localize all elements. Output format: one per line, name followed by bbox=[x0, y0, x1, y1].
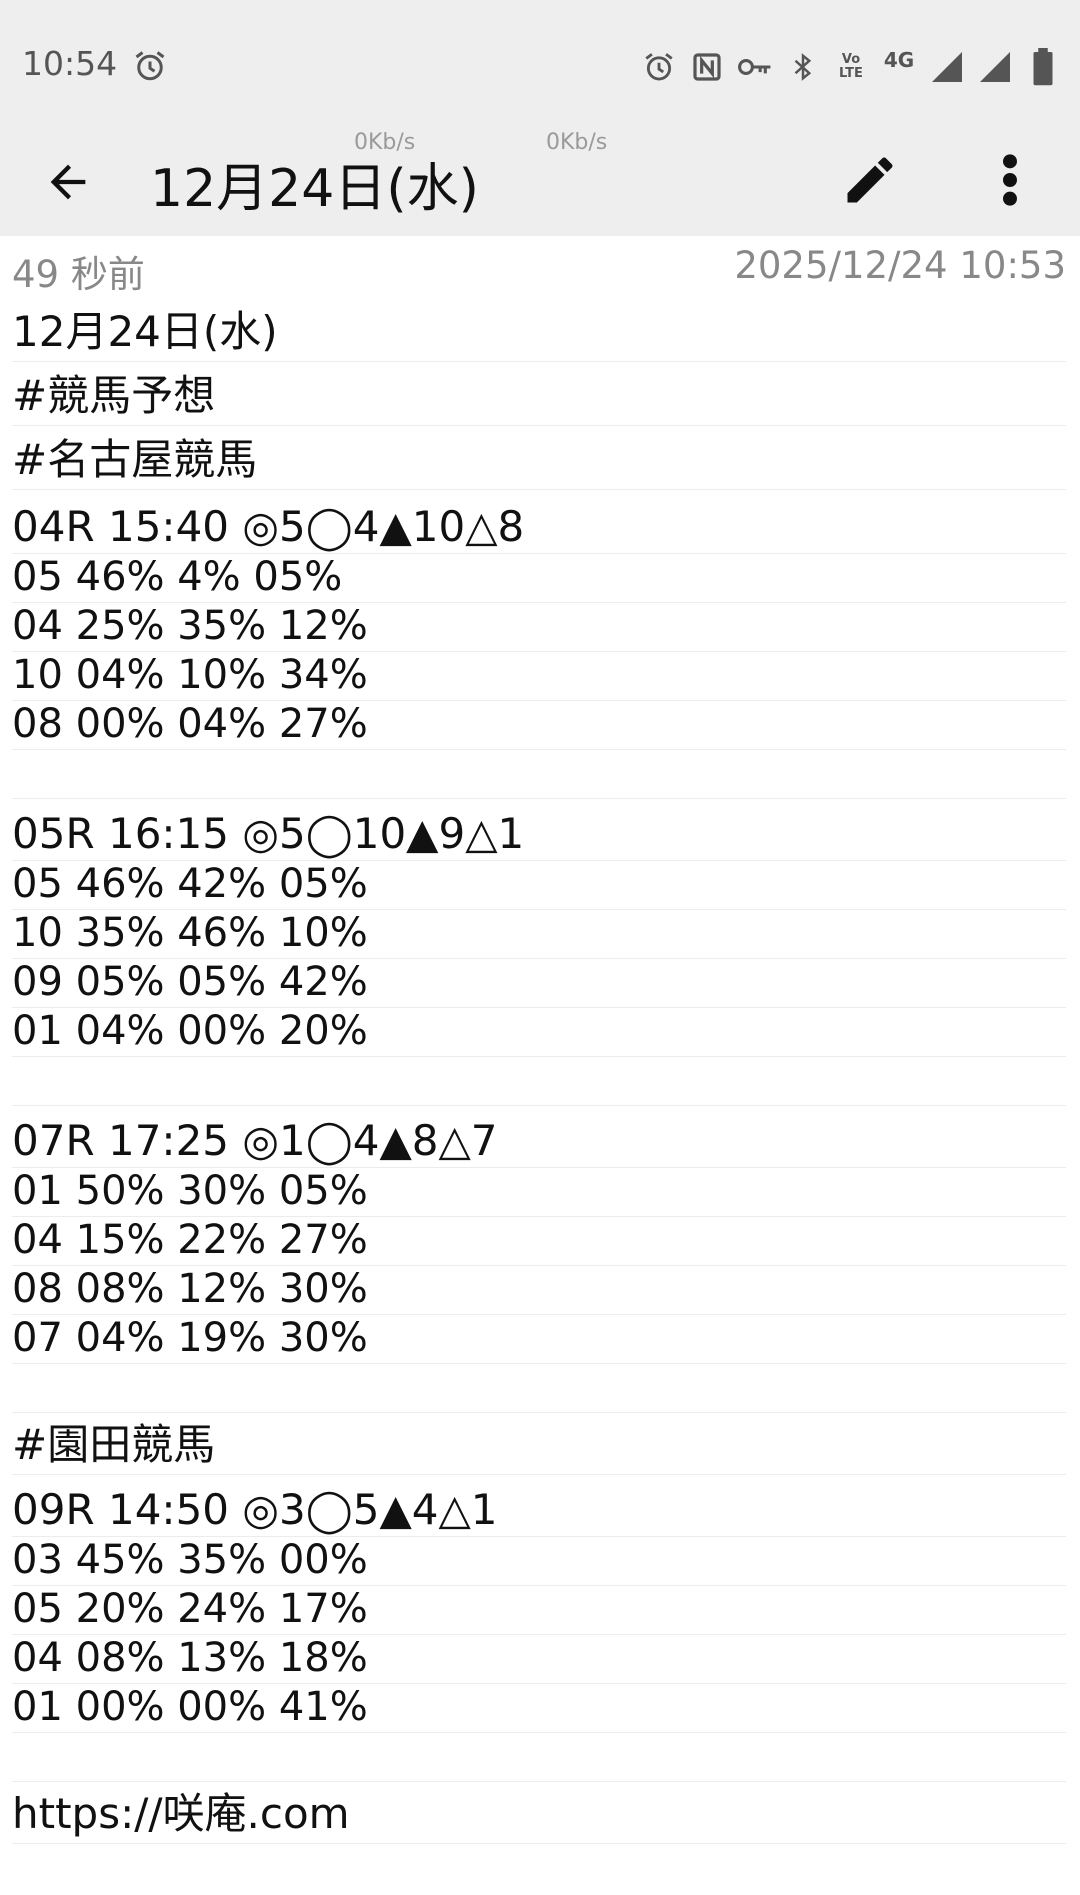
note-line: 01 00% 00% 41% bbox=[12, 1684, 1066, 1733]
signal-icon bbox=[976, 48, 1014, 86]
signal-icon bbox=[928, 48, 966, 86]
more-options-button[interactable] bbox=[978, 146, 1042, 214]
page-title: 12月24日(水) bbox=[150, 159, 479, 219]
network-label: 4G bbox=[883, 48, 915, 72]
note-line: 03 45% 35% 00% bbox=[12, 1537, 1066, 1586]
note-line: 07 04% 19% 30% bbox=[12, 1315, 1066, 1364]
network-4g-icon: 4G bbox=[880, 48, 918, 86]
note-line bbox=[12, 1733, 1066, 1782]
note-line: #園田競馬 bbox=[12, 1413, 1066, 1475]
arrow-back-icon bbox=[50, 164, 86, 200]
edit-button[interactable] bbox=[836, 146, 904, 214]
pencil-icon bbox=[847, 157, 893, 203]
bluetooth-icon bbox=[784, 48, 822, 86]
volte-label-top: Vo bbox=[841, 52, 861, 67]
more-vert-icon bbox=[1003, 154, 1017, 206]
note-line: 04R 15:40 ◎5◯4▲10△8 bbox=[12, 490, 1066, 554]
relative-time: 49 秒前 bbox=[12, 253, 145, 296]
note-line: 01 50% 30% 05% bbox=[12, 1168, 1066, 1217]
note-body[interactable]: 12月24日(水) #競馬予想 #名古屋競馬 04R 15:40 ◎5◯4▲10… bbox=[0, 298, 1080, 1844]
note-line: #競馬予想 bbox=[12, 362, 1066, 426]
status-icons: Vo LTE 4G bbox=[640, 44, 1062, 90]
status-bar: 10:54 Vo LTE 4G bbox=[0, 0, 1080, 120]
volte-icon: Vo LTE bbox=[832, 48, 870, 86]
alarm-icon bbox=[640, 48, 678, 86]
note-line: 10 35% 46% 10% bbox=[12, 910, 1066, 959]
vpn-key-icon bbox=[736, 48, 774, 86]
note-line bbox=[12, 1057, 1066, 1106]
note-line bbox=[12, 750, 1066, 799]
note-line: 07R 17:25 ◎1◯4▲8△7 bbox=[12, 1106, 1066, 1168]
note-line: 08 08% 12% 30% bbox=[12, 1266, 1066, 1315]
note-link-line[interactable]: https://咲庵.com bbox=[12, 1782, 1066, 1844]
back-button[interactable] bbox=[36, 150, 100, 214]
note-link[interactable]: https://咲庵.com bbox=[12, 1782, 350, 1841]
note-meta: 49 秒前 2025/12/24 10:53 bbox=[0, 236, 1080, 298]
battery-icon bbox=[1024, 48, 1062, 86]
note-line: 05R 16:15 ◎5◯10▲9△1 bbox=[12, 799, 1066, 861]
top-area: 10:54 Vo LTE 4G 0Kb/s 0Kb/s 12月24日(水) bbox=[0, 0, 1080, 236]
note-line: 01 04% 00% 20% bbox=[12, 1008, 1066, 1057]
note-line: 09 05% 05% 42% bbox=[12, 959, 1066, 1008]
note-line: 05 46% 4% 05% bbox=[12, 554, 1066, 603]
note-timestamp: 2025/12/24 10:53 bbox=[734, 244, 1066, 287]
note-line: 05 20% 24% 17% bbox=[12, 1586, 1066, 1635]
note-line: 08 00% 04% 27% bbox=[12, 701, 1066, 750]
alarm-icon bbox=[132, 48, 168, 84]
note-line: 09R 14:50 ◎3◯5▲4△1 bbox=[12, 1475, 1066, 1537]
volte-label-bottom: LTE bbox=[839, 66, 863, 81]
note-line: 04 08% 13% 18% bbox=[12, 1635, 1066, 1684]
nfc-icon bbox=[688, 48, 726, 86]
note-line: 12月24日(水) bbox=[12, 298, 1066, 362]
note-line: 10 04% 10% 34% bbox=[12, 652, 1066, 701]
note-line: 05 46% 42% 05% bbox=[12, 861, 1066, 910]
note-line: 04 15% 22% 27% bbox=[12, 1217, 1066, 1266]
app-bar: 12月24日(水) bbox=[0, 120, 1080, 236]
note-line: 04 25% 35% 12% bbox=[12, 603, 1066, 652]
note-line bbox=[12, 1364, 1066, 1413]
note-line: #名古屋競馬 bbox=[12, 426, 1066, 490]
status-time: 10:54 bbox=[22, 44, 118, 83]
